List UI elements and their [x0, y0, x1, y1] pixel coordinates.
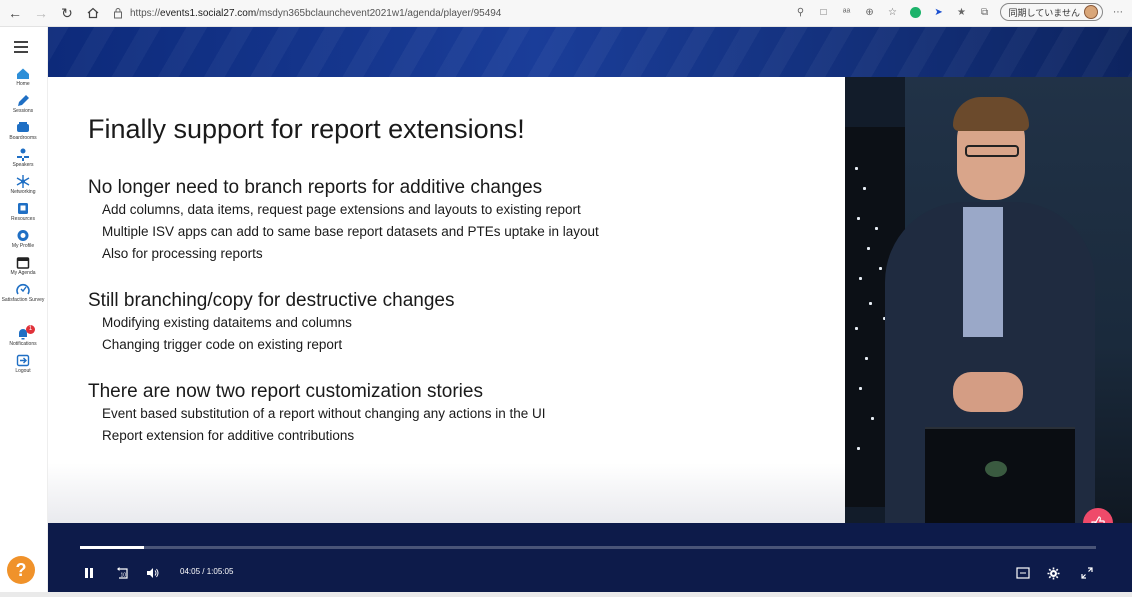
presentation-slide: Finally support for report extensions! N…	[48, 77, 845, 523]
sidebar: Home Sessions Boardrooms Speakers Networ…	[0, 27, 48, 597]
sidebar-label-my-agenda: My Agenda	[10, 270, 36, 276]
extension-blue-icon[interactable]: ➤	[931, 4, 947, 20]
laptop-logo	[985, 461, 1007, 477]
sidebar-label-my-profile: My Profile	[11, 243, 35, 249]
sidebar-item-logout[interactable]: Logout	[0, 354, 46, 374]
forward-icon[interactable]: →	[30, 2, 52, 24]
slide-section-2: Still branching/copy for destructive cha…	[88, 290, 454, 356]
sidebar-item-notifications[interactable]: 1 Notifications	[0, 325, 46, 347]
sidebar-label-resources: Resources	[11, 216, 35, 222]
section-bullet: Multiple ISV apps can add to same base r…	[102, 224, 599, 239]
calendar-icon	[16, 257, 30, 269]
read-aloud-icon[interactable]: ᵃᵃ	[839, 4, 855, 20]
favorite-add-icon[interactable]: ☆	[885, 4, 901, 20]
help-button[interactable]: ?	[7, 556, 35, 584]
sidebar-label-boardrooms: Boardrooms	[9, 135, 37, 141]
horizontal-scrollbar[interactable]	[0, 592, 1132, 597]
hands	[953, 372, 1023, 412]
sidebar-item-my-profile[interactable]: My Profile	[0, 229, 46, 249]
shirt	[963, 207, 1003, 337]
slide-section-3: There are now two report customization s…	[88, 381, 546, 447]
speaker-video	[845, 77, 1132, 523]
settings-gear-icon[interactable]	[1047, 566, 1060, 580]
glasses	[965, 145, 1019, 157]
slide-fade	[48, 463, 845, 523]
sidebar-item-home[interactable]: Home	[0, 67, 46, 87]
sidebar-label-speakers: Speakers	[12, 162, 34, 168]
reader-view-icon[interactable]: □	[816, 4, 832, 20]
progress-bar[interactable]	[80, 546, 1096, 549]
event-banner	[48, 27, 1132, 77]
pencil-icon	[18, 95, 29, 106]
player-controls: 10 04:05 / 1:05:05	[48, 523, 1132, 592]
refresh-icon[interactable]: ↻	[56, 2, 78, 24]
boardroom-icon	[17, 122, 29, 132]
laptop	[925, 427, 1075, 523]
survey-icon	[16, 283, 30, 295]
back-icon[interactable]: ←	[4, 2, 26, 24]
sidebar-label-satisfaction-survey: Satisfaction Survey	[1, 297, 45, 303]
section-bullet: Add columns, data items, request page ex…	[102, 202, 581, 217]
profile-label: 同期していません	[1008, 7, 1080, 18]
hair	[953, 97, 1029, 131]
sidebar-label-logout: Logout	[15, 368, 31, 374]
pause-icon[interactable]	[84, 566, 94, 580]
captions-icon[interactable]	[1016, 566, 1030, 580]
more-icon[interactable]: ⋯	[1110, 4, 1126, 20]
time-display: 04:05 / 1:05:05	[180, 567, 233, 576]
zoom-icon[interactable]: ⊕	[862, 4, 878, 20]
duration: 1:05:05	[206, 567, 234, 576]
slide-section-1: No longer need to branch reports for add…	[88, 177, 599, 265]
section-bullet: Changing trigger code on existing report	[102, 337, 343, 352]
volume-icon[interactable]	[146, 566, 160, 580]
sidebar-item-networking[interactable]: Networking	[0, 175, 46, 195]
notification-badge: 1	[26, 325, 35, 334]
video-player[interactable]: Finally support for report extensions! N…	[48, 27, 1132, 592]
time-separator: /	[202, 567, 205, 576]
section-bullet: Also for processing reports	[102, 246, 263, 261]
section-heading: There are now two report customization s…	[88, 381, 483, 402]
favorites-icon[interactable]: ★	[954, 4, 970, 20]
rewind-10-icon[interactable]: 10	[116, 566, 130, 580]
url-text: https://events1.social27.com/msdyn365bcl…	[130, 7, 502, 19]
search-icon[interactable]: ⚲	[793, 4, 809, 20]
extension-green-icon[interactable]	[908, 4, 924, 20]
speaker-icon	[17, 148, 29, 161]
browser-toolbar: ← → ↻ https://events1.social27.com/msdyn…	[0, 0, 1132, 27]
sidebar-label-sessions: Sessions	[12, 108, 34, 114]
sidebar-item-my-agenda[interactable]: My Agenda	[0, 256, 46, 276]
sidebar-item-boardrooms[interactable]: Boardrooms	[0, 121, 46, 141]
lock-icon	[114, 8, 122, 19]
home-browser-icon[interactable]	[82, 2, 104, 24]
sidebar-label-notifications: Notifications	[9, 341, 37, 347]
address-bar[interactable]: https://events1.social27.com/msdyn365bcl…	[112, 3, 501, 23]
collections-icon[interactable]: ⧉	[977, 4, 993, 20]
avatar	[1084, 5, 1098, 19]
sidebar-item-speakers[interactable]: Speakers	[0, 148, 46, 168]
section-bullet: Report extension for additive contributi…	[102, 428, 355, 443]
sidebar-label-home: Home	[16, 81, 30, 87]
profile-icon	[17, 230, 29, 241]
section-bullet: Modifying existing dataitems and columns	[102, 315, 352, 330]
sidebar-item-satisfaction-survey[interactable]: Satisfaction Survey	[0, 283, 46, 303]
svg-text:10: 10	[121, 572, 127, 578]
slide-title: Finally support for report extensions!	[88, 114, 525, 144]
progress-fill	[80, 546, 144, 549]
current-time: 04:05	[180, 567, 201, 576]
section-heading: No longer need to branch reports for add…	[88, 177, 543, 198]
sidebar-item-resources[interactable]: Resources	[0, 202, 46, 222]
resources-icon	[18, 203, 28, 214]
fullscreen-icon[interactable]	[1081, 566, 1093, 580]
logout-icon	[16, 354, 30, 367]
menu-icon[interactable]	[14, 41, 28, 56]
sidebar-label-networking: Networking	[10, 189, 36, 195]
section-heading: Still branching/copy for destructive cha…	[88, 290, 455, 311]
section-bullet: Event based substitution of a report wit…	[102, 406, 546, 421]
sidebar-item-sessions[interactable]: Sessions	[0, 94, 46, 114]
networking-icon	[16, 175, 30, 188]
home-icon	[17, 68, 29, 79]
profile-button[interactable]: 同期していません	[999, 3, 1103, 21]
